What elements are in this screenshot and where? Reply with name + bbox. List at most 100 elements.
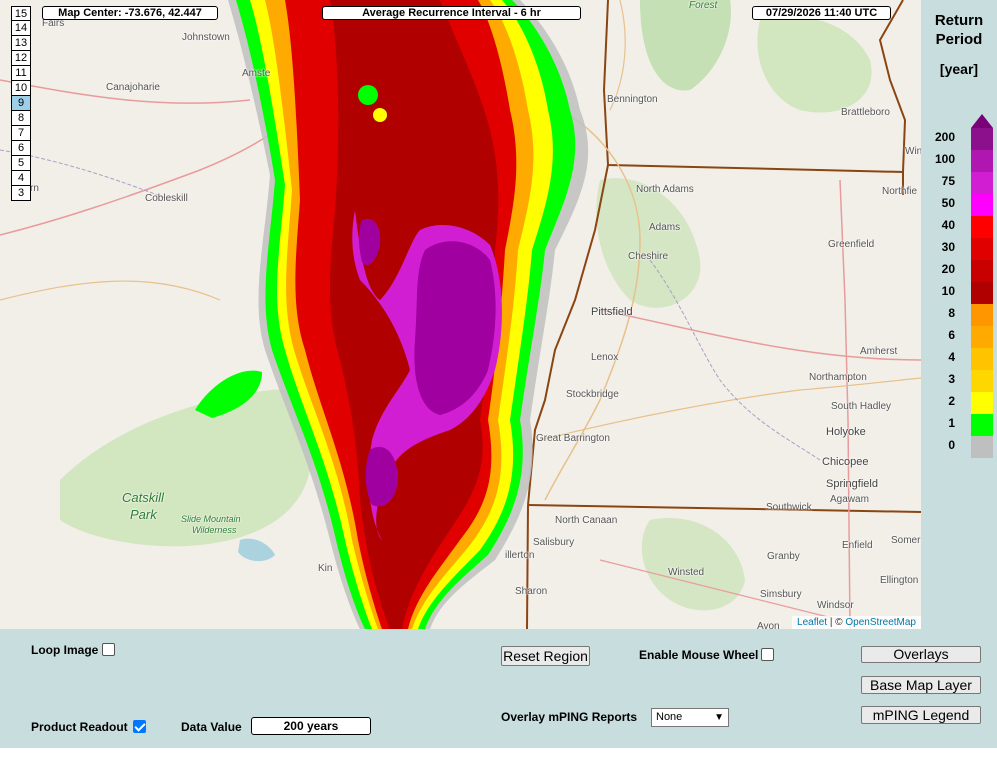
place-label: Johnstown [182, 32, 230, 43]
zoom-level-5[interactable]: 5 [11, 156, 31, 171]
place-label: Lenox [591, 352, 619, 363]
enable-mouse-wheel-checkbox[interactable] [761, 648, 774, 661]
chevron-down-icon: ▼ [714, 712, 724, 723]
place-label: Holyoke [826, 426, 866, 438]
legend-tick-label: 2 [948, 394, 955, 408]
place-label: Northampton [809, 372, 867, 383]
place-label: Amste [242, 68, 271, 79]
overlay-mping-select[interactable]: None ▼ [651, 708, 729, 727]
overlay-mping-label: Overlay mPING Reports [501, 710, 638, 724]
legend-swatch [971, 414, 993, 436]
radar-overlay [195, 0, 589, 629]
forest-area-east [757, 16, 872, 113]
legend-tick-label: 75 [941, 174, 955, 188]
place-label: Win [905, 146, 921, 157]
place-label: Greenfield [828, 239, 875, 250]
place-label: Springfield [826, 478, 878, 490]
overlay-mping-selected-value: None [656, 711, 683, 723]
loop-image-checkbox[interactable] [102, 643, 115, 656]
zoom-level-7[interactable]: 7 [11, 126, 31, 141]
legend-tick-label: 4 [948, 350, 955, 364]
legend-tick-label: 100 [934, 152, 955, 166]
legend-swatch [971, 326, 993, 348]
zoom-level-14[interactable]: 14 [11, 21, 31, 36]
map-attribution: Leaflet | © OpenStreetMap [792, 616, 921, 629]
zoom-level-9[interactable]: 9 [11, 96, 31, 111]
map-view[interactable]: Johnstown Amste Canajoharie Cobleskill C… [0, 0, 921, 629]
map-center-readout: Map Center: -73.676, 42.447 [42, 6, 218, 20]
page-footer [0, 748, 997, 757]
legend-swatch [971, 436, 993, 458]
product-readout-label: Product Readout [31, 720, 128, 734]
place-label: Cheshire [628, 251, 669, 262]
attribution-separator: | © [827, 617, 846, 628]
place-label: Amherst [860, 346, 898, 357]
legend-swatch [971, 260, 993, 282]
zoom-level-13[interactable]: 13 [11, 36, 31, 51]
data-value-label: Data Value [181, 720, 242, 734]
legend-panel: Return Period [year] 200 100 75 50 40 30 20 10 8… [921, 0, 997, 629]
ny-ct-border [526, 504, 529, 629]
leaflet-link[interactable]: Leaflet [797, 617, 827, 628]
zoom-level-strip: 15 14 13 12 11 10 9 8 7 6 5 4 3 [11, 6, 31, 201]
legend-swatch [971, 282, 993, 304]
place-label: Kin [318, 563, 333, 574]
legend-tick-label: 6 [948, 328, 955, 342]
loop-image-label: Loop Image [31, 643, 99, 657]
zoom-level-12[interactable]: 12 [11, 51, 31, 66]
place-label: Great Barrington [536, 433, 610, 444]
zoom-level-15[interactable]: 15 [11, 6, 31, 21]
place-label: illerton [505, 550, 535, 561]
place-label: North Canaan [555, 515, 618, 526]
zoom-level-4[interactable]: 4 [11, 171, 31, 186]
radar-yellow-hole [373, 108, 387, 122]
place-label: Canajoharie [106, 82, 160, 93]
legend-overflow-arrow [971, 114, 993, 128]
place-label: Chicopee [822, 456, 869, 468]
legend-swatch [971, 128, 993, 150]
zoom-level-6[interactable]: 6 [11, 141, 31, 156]
control-panel: Loop Image Product Readout Data Value 20… [0, 629, 997, 748]
enable-mouse-wheel-label: Enable Mouse Wheel [639, 648, 759, 662]
zoom-level-3[interactable]: 3 [11, 186, 31, 201]
place-label: Park [130, 507, 157, 522]
place-label: Granby [767, 551, 800, 562]
legend-tick-label: 20 [941, 262, 955, 276]
product-readout-checkbox[interactable] [133, 720, 146, 733]
zoom-level-11[interactable]: 11 [11, 66, 31, 81]
legend-swatch [971, 392, 993, 414]
reset-region-button[interactable]: Reset Region [501, 646, 590, 666]
place-label: Stockbridge [566, 389, 619, 400]
mping-legend-button[interactable]: mPING Legend [861, 706, 981, 724]
legend-swatch [971, 304, 993, 326]
legend-tick-label: 200 [934, 130, 955, 144]
legend-tick-label: 40 [941, 218, 955, 232]
place-label: Slide Mountain [181, 514, 241, 524]
place-label: Agawam [830, 494, 869, 505]
legend-swatch [971, 172, 993, 194]
legend-swatch [971, 150, 993, 172]
legend-swatch [971, 238, 993, 260]
legend-tick-label: 10 [941, 284, 955, 298]
forest-area-south [641, 518, 745, 611]
place-label: Salisbury [533, 537, 575, 548]
base-map-layer-button[interactable]: Base Map Layer [861, 676, 981, 694]
zoom-level-10[interactable]: 10 [11, 81, 31, 96]
legend-swatch [971, 348, 993, 370]
place-label: North Adams [636, 184, 694, 195]
place-label: Enfield [842, 540, 873, 551]
zoom-level-8[interactable]: 8 [11, 111, 31, 126]
place-label: South Hadley [831, 401, 892, 412]
radar-green-hole [358, 85, 378, 105]
overlays-button[interactable]: Overlays [861, 646, 981, 663]
place-label: Avon [757, 621, 780, 629]
place-label: Catskill [122, 490, 164, 505]
place-label: Ellington [880, 575, 919, 586]
base-map [0, 0, 921, 629]
place-label: Forest [689, 0, 718, 11]
openstreetmap-link[interactable]: OpenStreetMap [845, 617, 916, 628]
legend-swatch [971, 370, 993, 392]
place-label: Adams [649, 222, 681, 233]
place-label: Cobleskill [145, 193, 188, 204]
place-label: Windsor [817, 600, 854, 611]
